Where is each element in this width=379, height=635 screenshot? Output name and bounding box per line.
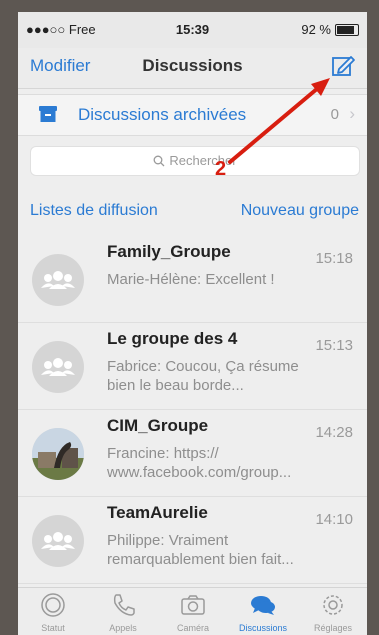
nav-bar: Modifier Discussions [18, 48, 367, 89]
battery-percent: 92 % [301, 22, 331, 37]
search-placeholder: Rechercher [169, 153, 237, 168]
archived-chats-row[interactable]: Discussions archivées 0 › [18, 94, 367, 136]
status-bar: ●●●○○ Free 15:39 92 % [18, 12, 367, 48]
list-links: Listes de diffusion Nouveau groupe [18, 200, 367, 226]
conversation-time: 15:13 [315, 337, 353, 354]
tab-label: Appels [109, 623, 137, 633]
archived-count: 0 [330, 106, 339, 123]
phone-screen: ●●●○○ Free 15:39 92 % Modifier Discussio… [18, 12, 367, 635]
group-icon [41, 532, 75, 550]
settings-icon [323, 595, 343, 615]
photo-avatar [32, 428, 84, 480]
tab-label: Caméra [176, 623, 209, 633]
conversation-time: 14:10 [315, 511, 353, 528]
phone-icon [113, 594, 135, 616]
photo-thumbnail [32, 428, 84, 480]
conversation-row[interactable]: TeamAurelie 14:10 Philippe: Vraiment rem… [18, 497, 367, 584]
chat-icon [251, 596, 275, 615]
group-icon [41, 271, 75, 289]
conversation-preview: Marie-Hélène: Excellent ! [107, 271, 275, 288]
camera-icon [181, 595, 205, 615]
tab-status[interactable]: Statut [18, 588, 88, 635]
conversation-time: 15:18 [315, 250, 353, 267]
conversation-time: 14:28 [315, 424, 353, 441]
conversation-name: Family_Groupe [107, 242, 231, 261]
conversation-row[interactable]: Le groupe des 4 15:13 Fabrice: Coucou, Ç… [18, 323, 367, 410]
conversation-name: Le groupe des 4 [107, 329, 238, 348]
tab-bar: Statut Appels Caméra Discussions Réglage… [18, 587, 367, 635]
tab-settings[interactable]: Réglages [298, 588, 367, 635]
archive-icon [38, 105, 58, 123]
edit-button[interactable]: Modifier [30, 56, 90, 76]
tab-discussions[interactable]: Discussions [228, 588, 298, 635]
battery-icon [335, 23, 359, 36]
conversation-preview: Fabrice: Coucou, Ça résume bien le beau … [107, 358, 299, 394]
search-input[interactable]: Rechercher [30, 146, 360, 176]
new-group-link[interactable]: Nouveau groupe [241, 202, 359, 220]
compose-icon[interactable] [329, 52, 357, 80]
annotation-number: 2 [215, 158, 227, 180]
group-avatar [32, 341, 84, 393]
group-avatar [32, 515, 84, 567]
search-icon [153, 155, 165, 167]
conversation-name: CIM_Groupe [107, 416, 209, 435]
status-right: 92 % [301, 22, 359, 37]
conversation-row[interactable]: Family_Groupe 15:18 Marie-Hélène: Excell… [18, 236, 367, 323]
tab-label: Statut [41, 623, 65, 633]
tab-camera[interactable]: Caméra [158, 588, 228, 635]
conversation-preview: Philippe: Vraiment remarquablement bien … [107, 532, 294, 568]
conversation-name: TeamAurelie [107, 503, 208, 522]
group-icon [41, 358, 75, 376]
tab-calls[interactable]: Appels [88, 588, 158, 635]
status-icon [41, 593, 65, 617]
tab-label: Réglages [313, 623, 353, 633]
tab-label: Discussions [238, 623, 287, 633]
chevron-right-icon: › [349, 104, 355, 123]
archived-label: Discussions archivées [78, 105, 247, 124]
group-avatar [32, 254, 84, 306]
conversation-row[interactable]: CIM_Groupe 14:28 Francine: https:// www.… [18, 410, 367, 497]
conversation-preview: Francine: https:// www.facebook.com/grou… [107, 445, 292, 481]
broadcast-lists-link[interactable]: Listes de diffusion [30, 202, 158, 220]
